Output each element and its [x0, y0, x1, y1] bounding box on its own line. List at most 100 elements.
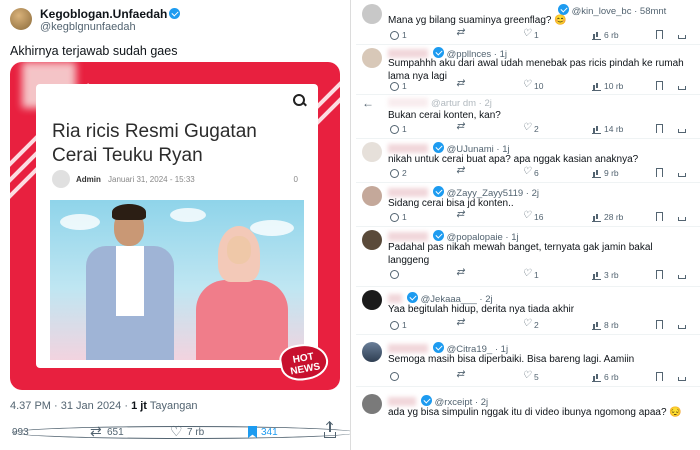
- view-count[interactable]: 6 rb: [592, 372, 619, 382]
- bookmark-button[interactable]: [656, 270, 663, 279]
- article-comment-count: 0: [293, 175, 298, 184]
- like-button[interactable]: 7 rb: [170, 423, 205, 440]
- share-button[interactable]: [678, 270, 686, 279]
- avatar[interactable]: [362, 142, 382, 162]
- bookmark-button[interactable]: [656, 372, 663, 381]
- like-count[interactable]: 5: [522, 370, 539, 383]
- verified-badge-icon: [433, 142, 444, 153]
- bookmark-button[interactable]: [656, 212, 663, 221]
- article-headline: Ria ricis Resmi Gugatan Cerai Teuku Ryan: [52, 121, 257, 166]
- share-button[interactable]: [678, 81, 686, 90]
- avatar[interactable]: [362, 186, 382, 206]
- share-button[interactable]: [678, 30, 686, 39]
- bookmark-icon: [656, 124, 663, 133]
- avatar[interactable]: [10, 8, 32, 30]
- reply-count[interactable]: 1: [390, 81, 407, 91]
- like-count[interactable]: 10: [522, 79, 543, 92]
- reply-handle[interactable]: @artur dm: [431, 98, 476, 109]
- views-icon: [592, 82, 601, 91]
- reply-text: Mana yg bilang suaminya greenflag? 😊: [388, 15, 567, 26]
- tweet-media[interactable]: Ria ricis Resmi Gugatan Cerai Teuku Ryan…: [10, 62, 340, 390]
- like-count-value: 2: [534, 124, 539, 134]
- share-button[interactable]: [678, 168, 686, 177]
- like-count[interactable]: 2: [522, 318, 539, 331]
- avatar[interactable]: [362, 48, 382, 68]
- retweet-button[interactable]: 651: [90, 423, 124, 440]
- retweet-count[interactable]: [456, 78, 465, 90]
- bookmark-icon: [656, 168, 663, 177]
- heart-icon: [522, 79, 531, 91]
- retweet-count[interactable]: [456, 317, 465, 329]
- retweet-icon: [456, 209, 465, 221]
- avatar[interactable]: [362, 394, 382, 414]
- reply-stats: 1 10 10 rb: [386, 78, 686, 93]
- bookmark-button[interactable]: [656, 30, 663, 39]
- retweet-count[interactable]: [456, 209, 465, 221]
- divider: [356, 138, 700, 139]
- view-count[interactable]: 10 rb: [592, 81, 623, 91]
- view-count[interactable]: 8 rb: [592, 320, 619, 330]
- reply-count-value: 1: [402, 30, 407, 40]
- tweet-views-label: Tayangan: [149, 400, 198, 412]
- reply-icon: [390, 372, 399, 381]
- reply-count[interactable]: 2: [390, 168, 407, 178]
- retweet-icon: [456, 369, 465, 381]
- like-count[interactable]: 1: [522, 28, 539, 41]
- avatar[interactable]: [362, 342, 382, 362]
- heart-icon: [522, 122, 531, 134]
- share-button[interactable]: [678, 212, 686, 221]
- reply-stats: 1 1 6 rb: [386, 27, 686, 42]
- views-icon: [592, 125, 601, 134]
- retweet-count[interactable]: [456, 121, 465, 133]
- reply-count[interactable]: 1: [390, 30, 407, 40]
- reply-count[interactable]: 1: [390, 212, 407, 222]
- reply-text: nikah untuk cerai buat apa? apa nggak ka…: [388, 154, 639, 165]
- bookmark-button[interactable]: [656, 168, 663, 177]
- like-count[interactable]: 16: [522, 210, 544, 223]
- reply-stats: 1 2 14 rb: [386, 121, 686, 136]
- reply-button[interactable]: 993: [12, 424, 356, 440]
- like-count: 7 rb: [187, 426, 205, 438]
- view-count[interactable]: 3 rb: [592, 270, 619, 280]
- divider: [356, 182, 700, 183]
- display-name-text[interactable]: Kegoblogan.Unfaedah: [40, 7, 167, 21]
- bookmark-button[interactable]: [656, 124, 663, 133]
- reply-count[interactable]: [390, 372, 399, 381]
- retweet-count[interactable]: [456, 369, 465, 381]
- bookmark-icon: [248, 426, 257, 438]
- reply-count[interactable]: 1: [390, 124, 407, 134]
- bookmark-button[interactable]: 341: [248, 424, 278, 440]
- retweet-count[interactable]: [456, 27, 465, 39]
- share-icon: [678, 35, 686, 39]
- like-count[interactable]: 6: [522, 166, 539, 179]
- user-handle[interactable]: @kegblgnunfaedah: [40, 21, 136, 33]
- reply-count[interactable]: [390, 270, 399, 279]
- divider: [356, 334, 700, 335]
- reply-stats: 5 6 rb: [386, 369, 686, 384]
- bookmark-button[interactable]: [656, 81, 663, 90]
- view-count[interactable]: 9 rb: [592, 168, 619, 178]
- avatar[interactable]: [362, 290, 382, 310]
- retweet-count[interactable]: [456, 165, 465, 177]
- avatar[interactable]: [362, 230, 382, 250]
- view-count[interactable]: 14 rb: [592, 124, 623, 134]
- like-count[interactable]: 1: [522, 268, 539, 281]
- views-icon: [592, 271, 601, 280]
- avatar[interactable]: [362, 4, 382, 24]
- view-count[interactable]: 28 rb: [592, 212, 623, 222]
- display-name[interactable]: Kegoblogan.Unfaedah: [40, 7, 181, 21]
- share-button[interactable]: [678, 124, 686, 133]
- like-count[interactable]: 2: [522, 122, 539, 135]
- share-button[interactable]: [678, 320, 686, 329]
- tweet-time[interactable]: 4.37 PM · 31 Jan 2024 ·: [10, 400, 128, 412]
- view-count[interactable]: 6 rb: [592, 30, 619, 40]
- back-arrow-icon[interactable]: ←: [362, 96, 376, 110]
- like-count-value: 16: [534, 212, 544, 222]
- man-hair: [112, 204, 146, 220]
- share-button[interactable]: [324, 422, 336, 440]
- share-button[interactable]: [678, 372, 686, 381]
- reply-count[interactable]: 1: [390, 320, 407, 330]
- share-icon: [678, 325, 686, 329]
- bookmark-button[interactable]: [656, 320, 663, 329]
- retweet-count[interactable]: [456, 267, 465, 279]
